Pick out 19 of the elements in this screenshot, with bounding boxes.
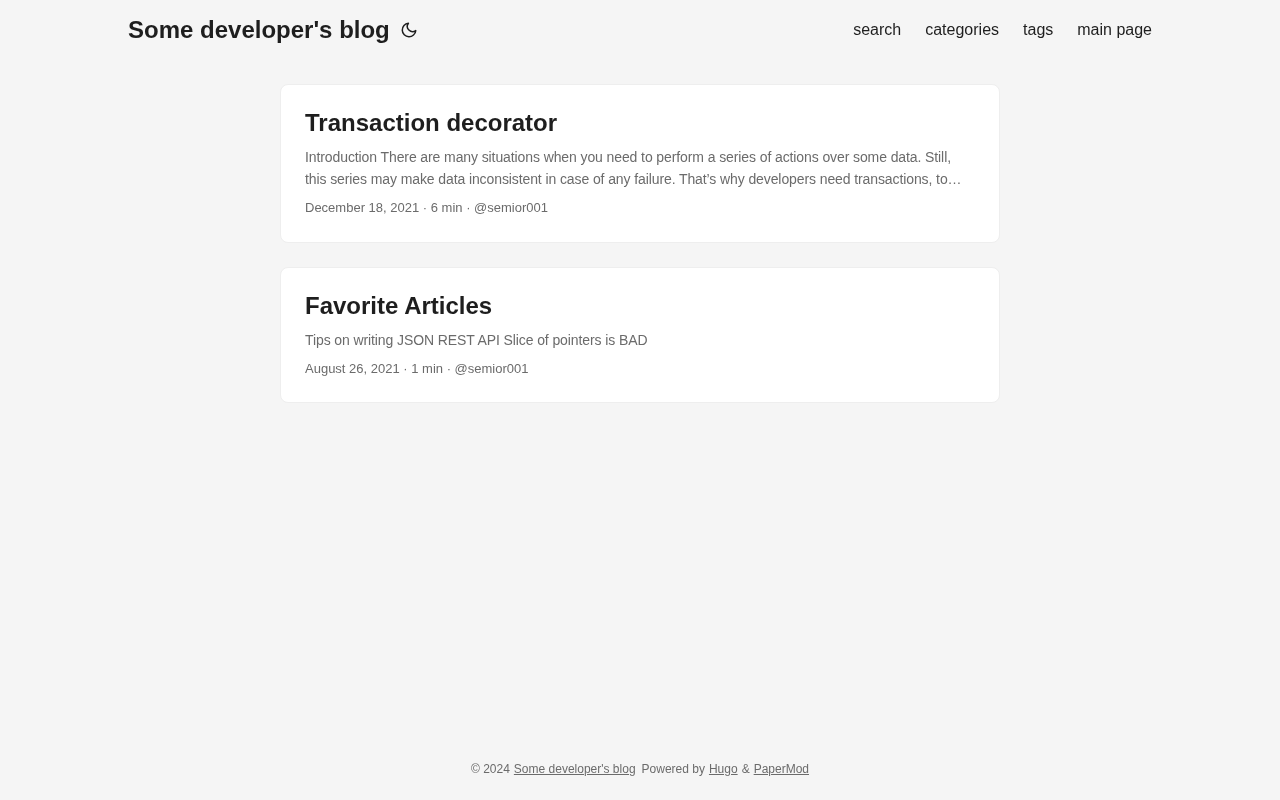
nav-link[interactable]: main page (1077, 18, 1152, 42)
nav-link[interactable]: tags (1023, 18, 1054, 42)
post-summary: Introduction There are many situations when you need to perform a series of actions over some data. Still, this series may make data inconsistent in case of any failure. That’s why developers need transactions, to… (305, 148, 963, 190)
nav-link[interactable]: search (853, 18, 902, 42)
powered-by-text: Powered by (641, 761, 705, 778)
post-title: Transaction decorator (305, 108, 559, 138)
site-title[interactable]: Some developer's blog (128, 12, 390, 48)
theme-link[interactable]: PaperMod (753, 760, 809, 778)
hugo-link[interactable]: Hugo (708, 760, 738, 778)
ampersand-text: & (741, 761, 750, 778)
moon-icon[interactable] (399, 21, 418, 39)
post-card[interactable]: Favorite Articles Tips on writing JSON REST API Slice of pointers is BAD August 26, 2021 · 1 min · @semior001 (280, 266, 1000, 404)
post-title: Favorite Articles (305, 290, 494, 321)
copyright-text: © 2024 (471, 761, 510, 778)
nav-link[interactable]: categories (925, 18, 1000, 42)
post-meta: August 26, 2021 · 1 min · @semior001 (305, 359, 530, 378)
site-link[interactable]: Some developer's blog (513, 760, 636, 778)
post-summary: Tips on writing JSON REST API Slice of pointers is BAD (305, 330, 649, 350)
post-meta: December 18, 2021 · 6 min · @semior001 (305, 199, 549, 218)
